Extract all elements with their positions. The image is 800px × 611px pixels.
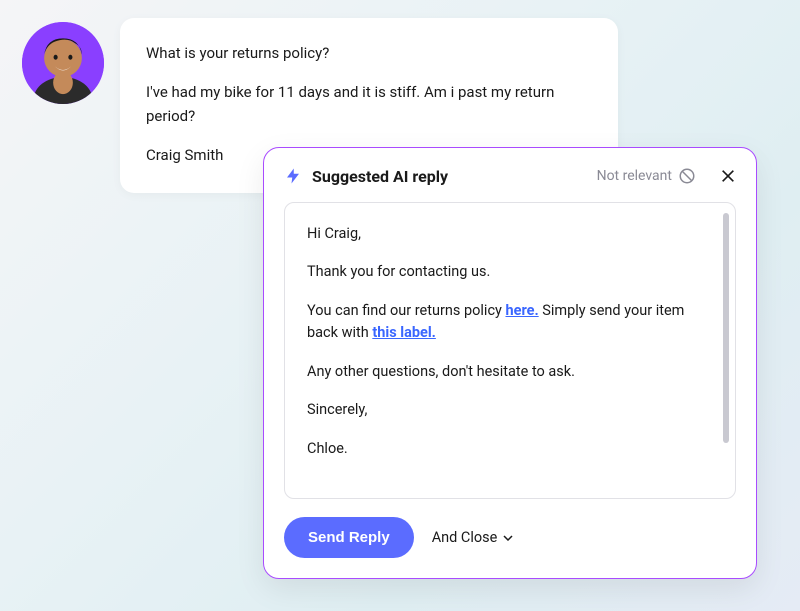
ai-panel-header: Suggested AI reply Not relevant	[284, 166, 736, 186]
not-relevant-button[interactable]: Not relevant	[597, 167, 696, 185]
ai-reply-panel: Suggested AI reply Not relevant Hi Craig…	[263, 147, 757, 579]
bolt-icon	[284, 166, 302, 186]
send-reply-button[interactable]: Send Reply	[284, 517, 414, 558]
reply-line: Any other questions, don't hesitate to a…	[307, 361, 713, 383]
reply-agent-name: Chloe.	[307, 438, 713, 460]
chevron-down-icon	[503, 535, 513, 541]
ban-icon	[678, 167, 696, 185]
and-close-dropdown[interactable]: And Close	[432, 529, 514, 546]
reply-line: You can find our returns policy here. Si…	[307, 300, 713, 345]
scrollbar[interactable]	[723, 213, 729, 488]
and-close-label: And Close	[432, 529, 498, 546]
scrollbar-thumb[interactable]	[723, 213, 729, 443]
return-label-link[interactable]: this label.	[372, 324, 436, 341]
returns-policy-link[interactable]: here.	[506, 302, 539, 319]
reply-text: You can find our returns policy	[307, 302, 506, 319]
close-icon[interactable]	[720, 168, 736, 184]
ai-actions-row: Send Reply And Close	[284, 517, 736, 558]
reply-signoff: Sincerely,	[307, 399, 713, 421]
reply-greeting: Hi Craig,	[307, 223, 713, 245]
avatar-image	[22, 22, 104, 104]
not-relevant-label: Not relevant	[597, 168, 672, 184]
avatar	[22, 22, 104, 104]
reply-line: Thank you for contacting us.	[307, 261, 713, 283]
message-line: What is your returns policy?	[146, 42, 592, 65]
ai-panel-title: Suggested AI reply	[312, 167, 587, 186]
reply-textbox[interactable]: Hi Craig, Thank you for contacting us. Y…	[284, 202, 736, 499]
message-line: I've had my bike for 11 days and it is s…	[146, 81, 592, 128]
